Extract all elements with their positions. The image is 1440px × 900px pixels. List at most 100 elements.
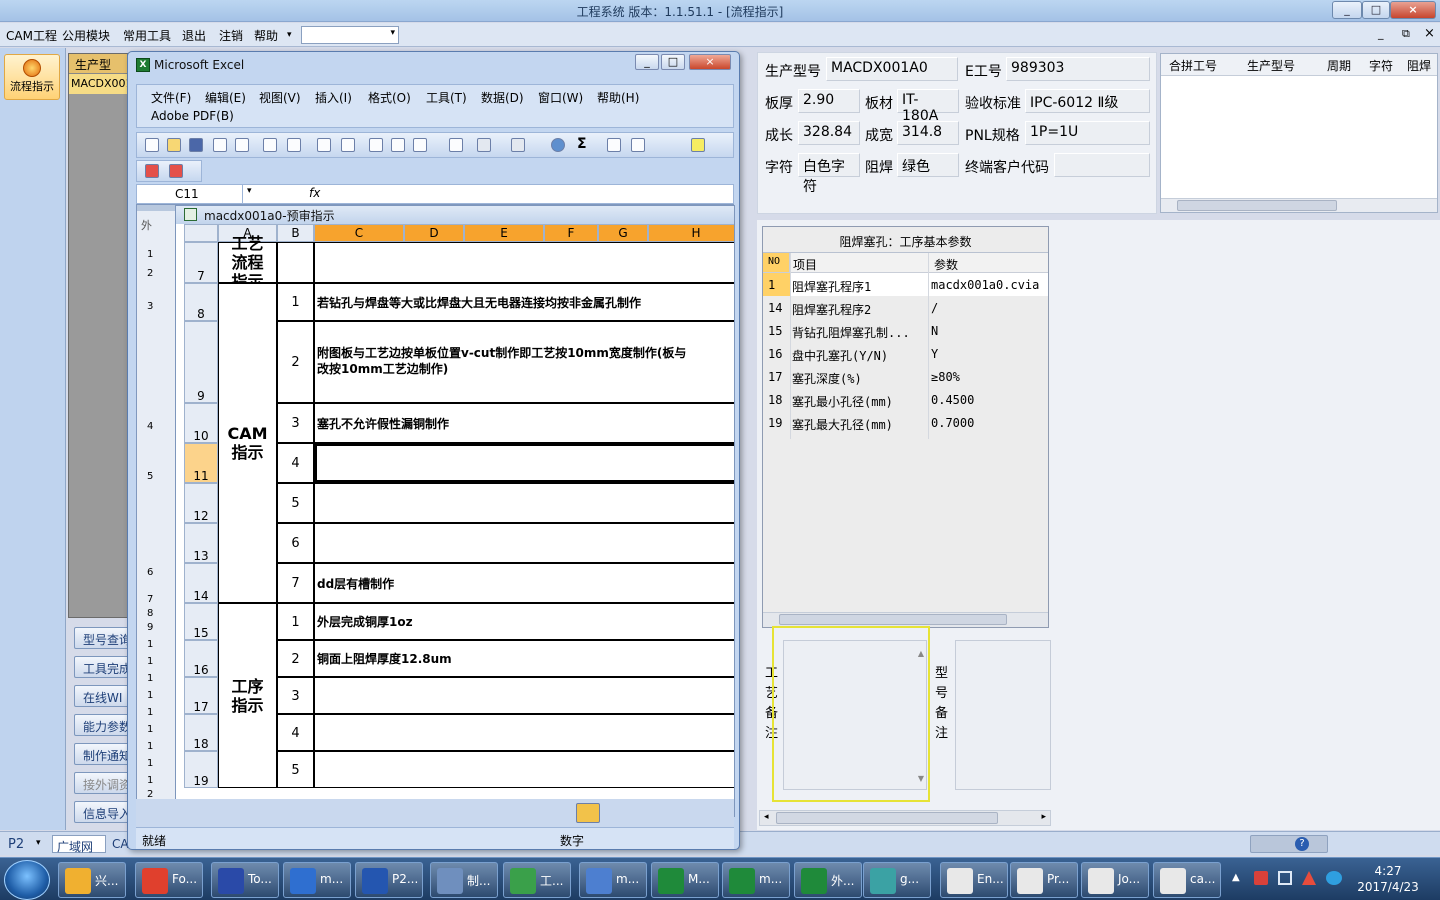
- column-header[interactable]: G: [598, 224, 648, 242]
- cell-c[interactable]: 若钻孔与焊盘等大或比焊盘大且无电器连接均按非金属孔制作: [314, 283, 734, 321]
- print-preview-icon[interactable]: [287, 138, 301, 152]
- chevron-down-icon[interactable]: ▾: [247, 186, 252, 196]
- menu-help[interactable]: 帮助: [254, 27, 278, 44]
- cell-a-merged[interactable]: 工序指示: [218, 603, 277, 788]
- external-adjust-button[interactable]: 接外调资: [74, 772, 130, 794]
- research-icon[interactable]: [341, 138, 355, 152]
- model-list-row[interactable]: MACDX001: [69, 74, 133, 94]
- customer-field[interactable]: [1054, 153, 1150, 177]
- col-no[interactable]: NO: [768, 256, 780, 267]
- column-header[interactable]: D: [404, 224, 464, 242]
- param-row-value[interactable]: macdx001a0.cvia: [931, 278, 1039, 292]
- char-field[interactable]: 白色字符: [798, 153, 860, 195]
- copy-icon[interactable]: [391, 138, 405, 152]
- tray-overflow-icon[interactable]: ▲: [1232, 872, 1240, 883]
- taskbar-item[interactable]: 外...: [794, 862, 862, 898]
- excel-menu-view[interactable]: 视图(V): [259, 89, 301, 106]
- scroll-thumb[interactable]: [776, 812, 998, 824]
- row-header[interactable]: 11: [184, 443, 218, 483]
- mdi-minimize-button[interactable]: _: [1378, 27, 1384, 40]
- autosum-icon[interactable]: Σ: [577, 136, 587, 152]
- excel-minimize-button[interactable]: _: [635, 54, 659, 70]
- cell-b[interactable]: 2: [277, 321, 314, 403]
- param-row-item[interactable]: 塞孔深度(%): [792, 370, 862, 387]
- row-header[interactable]: 18: [184, 714, 218, 751]
- column-header[interactable]: H: [648, 224, 734, 242]
- taskbar-item[interactable]: m...: [283, 862, 351, 898]
- row-header[interactable]: 10: [184, 403, 218, 443]
- scroll-thumb[interactable]: [1177, 200, 1337, 211]
- param-row-value[interactable]: /: [931, 301, 938, 315]
- material-field[interactable]: IT-180A: [897, 89, 959, 124]
- open-icon[interactable]: [167, 138, 181, 152]
- scroll-thumb[interactable]: [779, 614, 1007, 625]
- info-import-button[interactable]: 信息导入: [74, 801, 130, 823]
- online-wi-button[interactable]: 在线WI: [74, 685, 130, 707]
- excel-maximize-button[interactable]: □: [661, 54, 685, 70]
- row-header[interactable]: 19: [184, 751, 218, 788]
- column-header[interactable]: B: [277, 224, 314, 242]
- menu-exit[interactable]: 退出: [182, 27, 206, 44]
- taskbar-item[interactable]: En...: [940, 862, 1008, 898]
- save-icon[interactable]: [189, 138, 203, 152]
- select-all-corner[interactable]: [184, 224, 218, 242]
- param-row-item[interactable]: 塞孔最小孔径(mm): [792, 393, 893, 410]
- cell-b[interactable]: 4: [277, 443, 314, 483]
- cell-c[interactable]: [314, 242, 734, 283]
- tab-wan[interactable]: 广域网: [52, 835, 106, 854]
- taskbar-item[interactable]: M...: [651, 862, 719, 898]
- horizontal-scrollbar[interactable]: [763, 612, 1048, 627]
- scroll-right-icon[interactable]: ▸: [1041, 812, 1046, 822]
- fill-color-icon[interactable]: [691, 138, 705, 152]
- param-row-value[interactable]: 0.4500: [931, 393, 974, 407]
- row-header[interactable]: 9: [184, 321, 218, 403]
- col-model[interactable]: 生产型号: [1247, 57, 1295, 74]
- new-icon[interactable]: [145, 138, 159, 152]
- row-header[interactable]: 7: [184, 242, 218, 283]
- help-icon[interactable]: ?: [1295, 837, 1309, 851]
- taskbar-item[interactable]: m...: [579, 862, 647, 898]
- taskbar-item[interactable]: Pr...: [1010, 862, 1078, 898]
- taskbar-item[interactable]: Fo...: [135, 862, 203, 898]
- scroll-left-icon[interactable]: ◂: [764, 812, 769, 822]
- taskbar-item[interactable]: g...: [863, 862, 931, 898]
- cell-c[interactable]: 附图板与工艺边按单板位置v-cut制作即工艺按10mm宽度制作(板与 改按10mm…: [314, 321, 734, 403]
- cell-c[interactable]: dd层有槽制作: [314, 563, 734, 603]
- hyperlink-icon[interactable]: [551, 138, 565, 152]
- undo-icon[interactable]: [477, 138, 491, 152]
- cell-c[interactable]: 塞孔不允许假性漏铜制作: [314, 403, 734, 443]
- drawing-icon[interactable]: [576, 803, 600, 823]
- param-row-value[interactable]: ≥80%: [931, 370, 960, 384]
- name-box[interactable]: C11: [137, 185, 243, 203]
- col-merge-job[interactable]: 合拼工号: [1169, 57, 1217, 74]
- width-field[interactable]: 314.8: [897, 121, 959, 145]
- paste-icon[interactable]: [413, 138, 427, 152]
- capability-params-button[interactable]: 能力参数: [74, 714, 130, 736]
- excel-close-button[interactable]: ×: [689, 54, 731, 70]
- taskbar-item[interactable]: Jo...: [1081, 862, 1149, 898]
- sort-descending-icon[interactable]: [631, 138, 645, 152]
- row-header[interactable]: 8: [184, 283, 218, 321]
- column-header[interactable]: C: [314, 224, 404, 242]
- menu-common-module[interactable]: 公用模块: [62, 27, 110, 44]
- sort-ascending-icon[interactable]: [607, 138, 621, 152]
- param-row-item[interactable]: 阻焊塞孔程序2: [792, 301, 871, 318]
- taskbar-item[interactable]: ca...: [1153, 862, 1221, 898]
- column-header[interactable]: E: [464, 224, 544, 242]
- cell-b[interactable]: 6: [277, 523, 314, 563]
- cell-b[interactable]: 1: [277, 283, 314, 321]
- excel-menu-format[interactable]: 格式(O): [368, 89, 411, 106]
- excel-menu-help[interactable]: 帮助(H): [597, 89, 639, 106]
- background-workbook-tab[interactable]: 外: [141, 217, 152, 233]
- menu-cam[interactable]: CAM工程: [6, 27, 57, 44]
- thickness-field[interactable]: 2.90: [798, 89, 860, 113]
- standard-field[interactable]: IPC-6012 Ⅱ级: [1025, 89, 1150, 113]
- excel-menu-data[interactable]: 数据(D): [481, 89, 524, 106]
- col-char[interactable]: 字符: [1369, 57, 1393, 74]
- mdi-close-button[interactable]: ×: [1424, 26, 1435, 41]
- flow-guide-button[interactable]: 流程指示: [4, 54, 60, 100]
- tray-app-icon[interactable]: [1302, 871, 1316, 885]
- cell-b[interactable]: 7: [277, 563, 314, 603]
- col-mask[interactable]: 阻焊: [1407, 57, 1431, 74]
- fx-icon[interactable]: fx: [309, 186, 320, 200]
